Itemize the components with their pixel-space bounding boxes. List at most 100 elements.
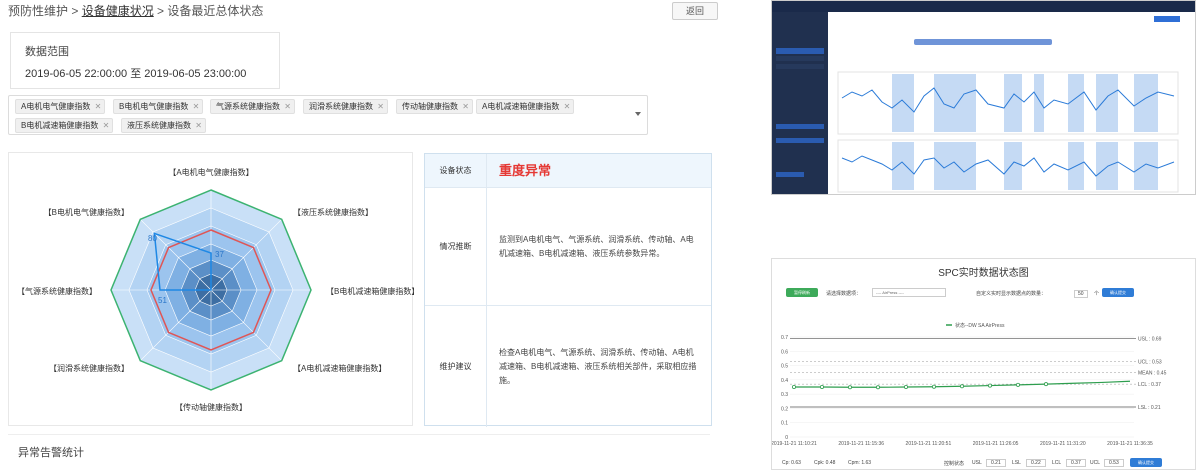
y-tick-label: 0.7	[781, 335, 788, 341]
tag-label: 润滑系统健康指数	[309, 102, 373, 111]
x-tick-label: 2019-11-21 11:15:36	[838, 441, 884, 447]
radar-chart-panel: 【A电机电气健康指数】 【液压系统健康指数】 【B电机减速箱健康指数】 【A电机…	[8, 152, 414, 426]
y-tick-label: 0.4	[781, 378, 788, 384]
data-point	[987, 383, 992, 388]
spc-y-ticks: 0.70.60.50.40.30.20.10	[781, 335, 788, 441]
tag-label: A电机减速箱健康指数	[482, 102, 560, 111]
stat-cpm: Cpm: 1.63	[848, 460, 872, 466]
spc-x-ticks: 2019-11-21 11:10:21 2019-11-21 11:15:36 20…	[772, 441, 1153, 447]
stat-usl-key: USL	[972, 460, 982, 466]
highlight-band	[1096, 74, 1118, 132]
tag-item[interactable]: A电机减速箱健康指数 ✕	[476, 99, 575, 114]
highlight-band	[1134, 142, 1158, 190]
radar-axis-label: 【B电机电气健康指数】	[44, 207, 129, 217]
dashboard-sidebar	[772, 12, 828, 194]
advice-key: 维护建议	[425, 306, 487, 427]
x-tick-label: 2019-11-21 11:26:05	[973, 441, 1019, 447]
breadcrumb-separator: >	[153, 4, 168, 18]
sidebar-item[interactable]	[776, 64, 824, 69]
spc-chart-panel: SPC实时数据状态图 暂停刷新 请选择数据项： ---- AirPress --…	[771, 258, 1196, 470]
close-icon[interactable]: ✕	[193, 100, 200, 113]
advice-row: 维护建议 检查A电机电气、气源系统、润滑系统、传动轴、A电机减速箱、B电机减速箱…	[425, 306, 711, 427]
close-icon[interactable]: ✕	[377, 100, 384, 113]
close-icon[interactable]: ✕	[564, 100, 571, 113]
tag-item[interactable]: 液压系统健康指数 ✕	[121, 118, 206, 133]
breadcrumb-item-maintenance[interactable]: 预防性维护	[8, 4, 68, 18]
status-row: 设备状态 重度异常	[425, 154, 711, 188]
tag-item[interactable]: B电机电气健康指数 ✕	[113, 99, 204, 114]
tag-label: B电机电气健康指数	[119, 102, 189, 111]
advice-value: 检查A电机电气、气源系统、润滑系统、传动轴、A电机减速箱、B电机减速箱、液压系统…	[499, 347, 697, 385]
stat-lsl-value[interactable]: 0.22	[1026, 459, 1046, 467]
sidebar-item[interactable]	[776, 56, 824, 61]
dashboard-main	[828, 12, 1195, 194]
stats-submit-button[interactable]: 确认提交	[1130, 458, 1162, 467]
back-button[interactable]: 返回	[672, 2, 718, 20]
sidebar-item[interactable]	[776, 138, 824, 143]
close-icon[interactable]: ✕	[462, 100, 469, 113]
data-point	[848, 385, 853, 390]
highlight-band	[892, 142, 914, 190]
tag-item[interactable]: B电机减速箱健康指数 ✕	[15, 118, 114, 133]
close-icon[interactable]: ✕	[284, 100, 291, 113]
tag-label: 液压系统健康指数	[127, 121, 191, 130]
inference-value: 监测到A电机电气、气源系统、润滑系统、传动轴、A电机减速箱、B电机减速箱、液压系…	[499, 234, 694, 258]
data-range-title: 数据范围	[25, 46, 69, 58]
x-tick-label: 2019-11-21 11:31:20	[1040, 441, 1086, 447]
stat-cpk: Cpk: 0.48	[814, 460, 836, 466]
highlight-band	[1004, 142, 1022, 190]
stat-ucl-value[interactable]: 0.53	[1104, 459, 1124, 467]
close-icon[interactable]: ✕	[103, 119, 110, 132]
lcl-label: LCL : 0.37	[1138, 382, 1161, 388]
data-range-panel: 数据范围 2019-06-05 22:00:00 至 2019-06-05 23…	[10, 32, 280, 89]
tag-label: 传动轴健康指数	[402, 102, 458, 111]
index-multiselect[interactable]: A电机电气健康指数 ✕ B电机电气健康指数 ✕ 气源系统健康指数 ✕ 润滑系统健康指数…	[8, 95, 648, 135]
radar-axis-label: 【气源系统健康指数】	[17, 286, 97, 296]
tag-item[interactable]: 气源系统健康指数 ✕	[210, 99, 295, 114]
dashboard-charts	[837, 71, 1179, 193]
sidebar-item[interactable]	[776, 124, 824, 129]
sidebar-button[interactable]	[776, 172, 804, 177]
stat-ucl-key: UCL	[1090, 460, 1101, 466]
radar-axis-label: 【传动轴健康指数】	[175, 402, 247, 412]
y-tick-label: 0.1	[781, 421, 788, 427]
legend-label: 状态--DW SA AirPress	[955, 322, 1005, 329]
sidebar-item-active[interactable]	[776, 48, 824, 54]
stat-usl-value[interactable]: 0.21	[986, 459, 1006, 467]
stat-cp: Cp: 0.63	[782, 460, 801, 466]
y-tick-label: 0.2	[781, 406, 788, 412]
breadcrumb-item-health[interactable]: 设备健康状况	[82, 4, 154, 18]
inference-row: 情况推断 监测到A电机电气、气源系统、润滑系统、传动轴、A电机减速箱、B电机减速…	[425, 188, 711, 306]
tag-item[interactable]: 传动轴健康指数 ✕	[396, 99, 473, 114]
data-point	[959, 384, 964, 389]
x-tick-label: 2019-11-21 11:20:51	[906, 441, 952, 447]
tag-label: A电机电气健康指数	[21, 102, 91, 111]
chevron-down-icon[interactable]	[635, 112, 641, 116]
breadcrumb-item-current: 设备最近总体状态	[167, 4, 264, 18]
radar-value-label: 51	[158, 296, 167, 305]
tag-item[interactable]: A电机电气健康指数 ✕	[15, 99, 106, 114]
data-point	[791, 385, 796, 390]
highlight-band	[1096, 142, 1118, 190]
stat-lcl-value[interactable]: 0.37	[1066, 459, 1086, 467]
highlight-band	[1068, 74, 1084, 132]
stat-lcl-key: LCL	[1052, 460, 1062, 466]
data-point	[931, 384, 936, 389]
radar-axis-label: 【A电机减速箱健康指数】	[293, 363, 386, 373]
x-tick-label: 2019-11-21 11:36:35	[1107, 441, 1153, 447]
close-icon[interactable]: ✕	[195, 119, 202, 132]
close-icon[interactable]: ✕	[95, 100, 102, 113]
data-point	[903, 385, 908, 390]
radar-value-label: 80	[148, 234, 157, 243]
spc-points	[791, 382, 1048, 390]
highlight-band	[934, 142, 976, 190]
status-key: 设备状态	[425, 154, 487, 187]
radar-axis-label: 【液压系统健康指数】	[293, 207, 373, 217]
status-value: 重度异常	[499, 162, 552, 178]
tag-label: B电机减速箱健康指数	[21, 121, 99, 130]
ucl-label: UCL : 0.53	[1138, 359, 1162, 365]
y-tick-label: 0.3	[781, 392, 788, 398]
radar-chart: 【A电机电气健康指数】 【液压系统健康指数】 【B电机减速箱健康指数】 【A电机…	[17, 167, 414, 412]
tag-item[interactable]: 润滑系统健康指数 ✕	[303, 99, 388, 114]
radar-value-label: 37	[215, 250, 224, 259]
